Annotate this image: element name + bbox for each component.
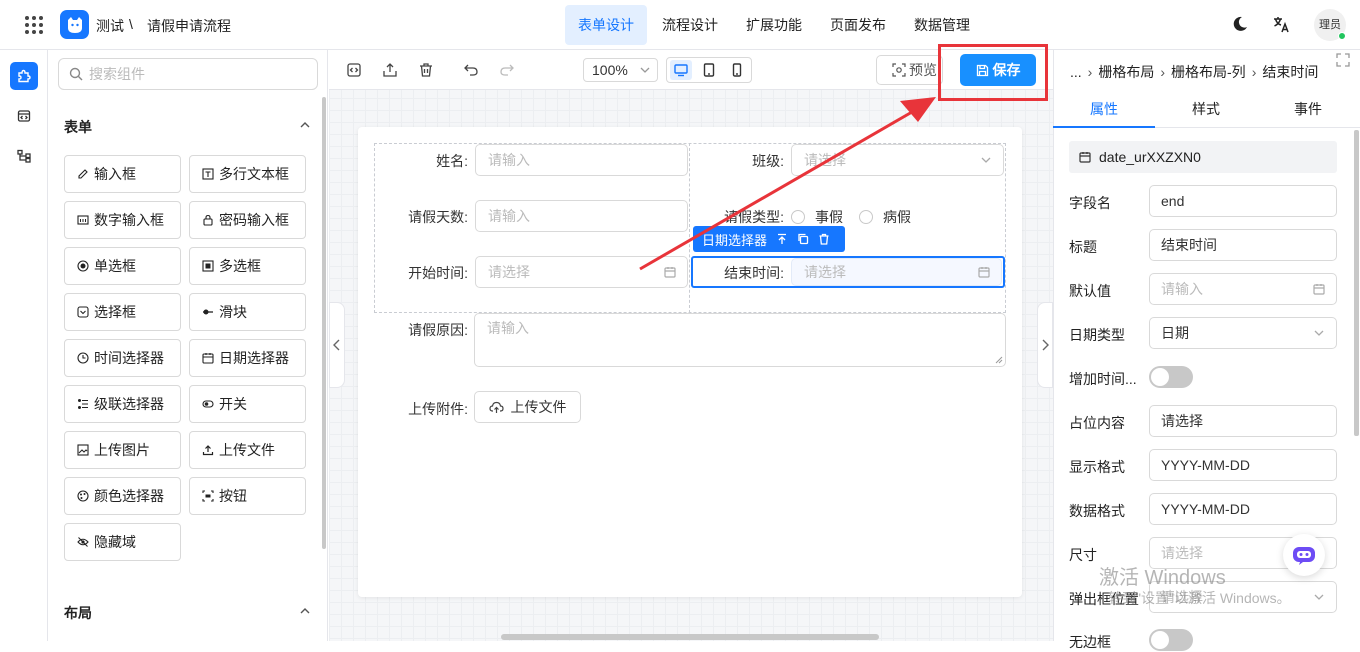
- properties-tabs: 属性 样式 事件: [1053, 90, 1360, 128]
- breadcrumb-item[interactable]: 栅格布局-列: [1171, 62, 1246, 82]
- date-type-label: 日期类型: [1069, 327, 1125, 343]
- component-id: date_urXXZXN0: [1069, 141, 1337, 173]
- placeholder-input[interactable]: 请选择: [1149, 405, 1337, 437]
- calendar-icon: [1313, 283, 1325, 295]
- title-label: 标题: [1069, 239, 1097, 255]
- properties-scrollbar[interactable]: [1354, 130, 1359, 436]
- breadcrumb-separator: ›: [1251, 64, 1257, 80]
- component-id-value: date_urXXZXN0: [1099, 149, 1201, 165]
- add-time-label: 增加时间...: [1069, 371, 1137, 387]
- add-time-switch[interactable]: [1149, 366, 1193, 388]
- assistant-bot-button[interactable]: [1283, 534, 1325, 576]
- default-value-label: 默认值: [1069, 283, 1111, 299]
- data-format-label: 数据格式: [1069, 503, 1125, 519]
- default-value-placeholder: 请输入: [1161, 281, 1203, 297]
- expand-icon[interactable]: [1336, 53, 1350, 67]
- placeholder-label: 占位内容: [1069, 415, 1125, 431]
- activation-watermark-title: 激活 Windows: [1099, 567, 1226, 589]
- breadcrumb-separator: ›: [1160, 64, 1166, 80]
- date-type-value: 日期: [1161, 325, 1189, 341]
- borderless-switch[interactable]: [1149, 629, 1193, 651]
- breadcrumb: ... › 栅格布局 › 栅格布局-列 › 结束时间: [1070, 62, 1318, 82]
- activation-watermark-text: 转到"设置"以激活 Windows。: [1108, 590, 1291, 606]
- field-name-input[interactable]: end: [1149, 185, 1337, 217]
- breadcrumb-current: 结束时间: [1262, 64, 1319, 80]
- display-format-label: 显示格式: [1069, 459, 1125, 475]
- title-input[interactable]: 结束时间: [1149, 229, 1337, 261]
- field-name-label: 字段名: [1069, 195, 1111, 211]
- display-format-input[interactable]: YYYY-MM-DD: [1149, 449, 1337, 481]
- breadcrumb-ellipsis[interactable]: ...: [1070, 64, 1082, 80]
- robot-icon: [1291, 544, 1317, 566]
- chevron-down-icon: [1313, 327, 1325, 339]
- calendar-icon: [1079, 151, 1091, 163]
- tab-properties[interactable]: 属性: [1053, 90, 1155, 128]
- tab-events[interactable]: 事件: [1257, 90, 1359, 128]
- tab-styles[interactable]: 样式: [1155, 90, 1257, 128]
- breadcrumb-separator: ›: [1087, 64, 1093, 80]
- size-label: 尺寸: [1069, 547, 1097, 563]
- chevron-down-icon: [1313, 591, 1325, 603]
- breadcrumb-item[interactable]: 栅格布局: [1098, 62, 1154, 82]
- data-format-input[interactable]: YYYY-MM-DD: [1149, 493, 1337, 525]
- date-type-select[interactable]: 日期: [1149, 317, 1337, 349]
- size-placeholder: 请选择: [1161, 545, 1203, 561]
- borderless-label: 无边框: [1069, 634, 1111, 650]
- default-value-picker[interactable]: 请输入: [1149, 273, 1337, 305]
